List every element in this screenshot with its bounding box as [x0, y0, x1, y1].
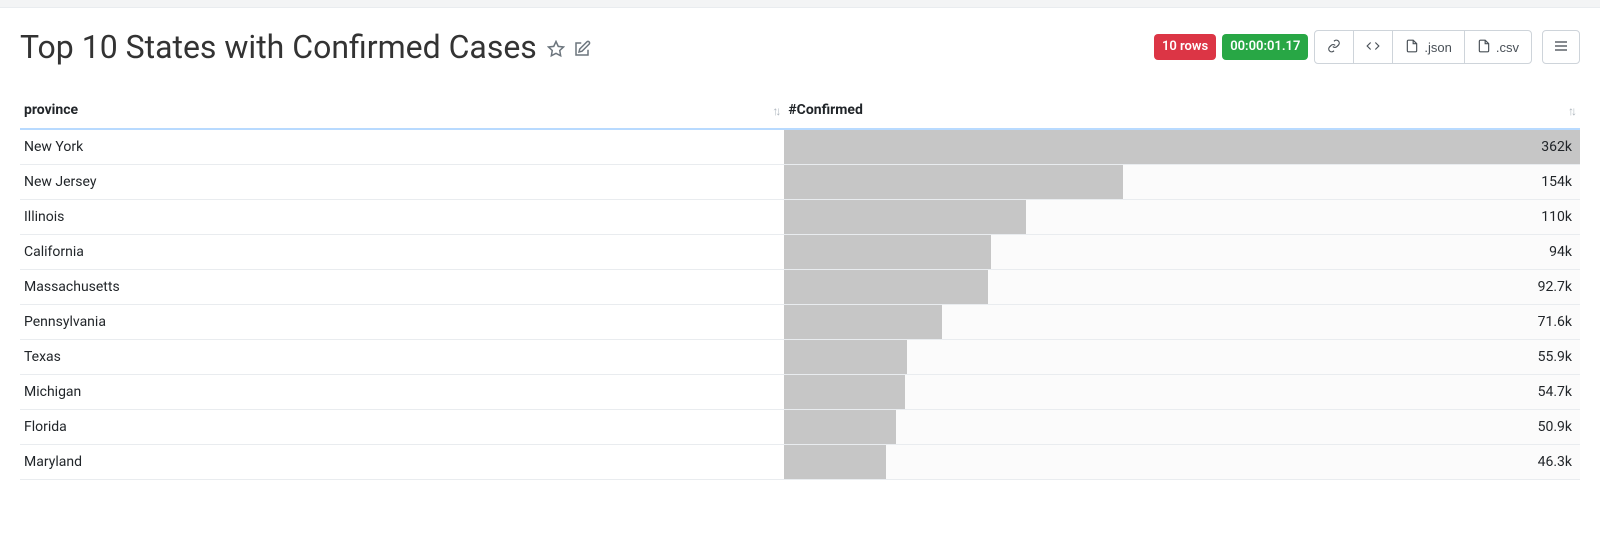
- table-row: Texas55.9k: [20, 340, 1580, 375]
- confirmed-value: 71.6k: [784, 305, 1580, 339]
- file-icon: [1477, 39, 1491, 56]
- col-header-confirmed[interactable]: #Confirmed ↑↓: [784, 94, 1580, 129]
- menu-button[interactable]: [1542, 30, 1580, 64]
- table-row: New Jersey154k: [20, 165, 1580, 200]
- table-row: Florida50.9k: [20, 410, 1580, 445]
- export-json-label: .json: [1424, 40, 1451, 55]
- confirmed-cell: 92.7k: [784, 270, 1580, 305]
- results-table: province ↑↓ #Confirmed ↑↓ New York362kNe…: [20, 94, 1580, 480]
- confirmed-value: 92.7k: [784, 270, 1580, 304]
- confirmed-value: 362k: [784, 130, 1580, 164]
- confirmed-value: 50.9k: [784, 410, 1580, 444]
- province-cell: Texas: [20, 340, 784, 375]
- table-row: California94k: [20, 235, 1580, 270]
- confirmed-cell: 94k: [784, 235, 1580, 270]
- confirmed-value: 55.9k: [784, 340, 1580, 374]
- province-cell: New York: [20, 129, 784, 165]
- confirmed-value: 110k: [784, 200, 1580, 234]
- window-top-strip: [0, 0, 1600, 8]
- province-cell: New Jersey: [20, 165, 784, 200]
- confirmed-cell: 110k: [784, 200, 1580, 235]
- confirmed-value: 94k: [784, 235, 1580, 269]
- embed-button[interactable]: [1353, 30, 1393, 64]
- sort-icon: ↑↓: [772, 104, 778, 118]
- export-csv-button[interactable]: .csv: [1464, 30, 1532, 64]
- header-row: Top 10 States with Confirmed Cases 10 ro…: [20, 28, 1580, 66]
- file-icon: [1405, 39, 1419, 56]
- confirmed-value: 54.7k: [784, 375, 1580, 409]
- hamburger-icon: [1553, 38, 1569, 57]
- confirmed-value: 154k: [784, 165, 1580, 199]
- rows-badge: 10 rows: [1154, 34, 1216, 60]
- province-cell: Maryland: [20, 445, 784, 480]
- link-button[interactable]: [1314, 30, 1354, 64]
- confirmed-cell: 71.6k: [784, 305, 1580, 340]
- province-cell: Massachusetts: [20, 270, 784, 305]
- link-icon: [1327, 39, 1341, 56]
- code-icon: [1366, 39, 1380, 56]
- page-title: Top 10 States with Confirmed Cases: [20, 28, 537, 66]
- confirmed-value: 46.3k: [784, 445, 1580, 479]
- province-cell: Illinois: [20, 200, 784, 235]
- export-csv-label: .csv: [1496, 40, 1519, 55]
- table-row: Maryland46.3k: [20, 445, 1580, 480]
- province-cell: Michigan: [20, 375, 784, 410]
- star-icon[interactable]: [547, 40, 565, 62]
- col-header-province[interactable]: province ↑↓: [20, 94, 784, 129]
- table-row: Pennsylvania71.6k: [20, 305, 1580, 340]
- confirmed-cell: 362k: [784, 129, 1580, 165]
- table-row: Michigan54.7k: [20, 375, 1580, 410]
- province-cell: California: [20, 235, 784, 270]
- export-json-button[interactable]: .json: [1392, 30, 1464, 64]
- col-header-province-label: province: [24, 102, 78, 118]
- table-row: New York362k: [20, 129, 1580, 165]
- export-button-group: .json .csv: [1314, 30, 1532, 64]
- sort-icon: ↑↓: [1568, 104, 1574, 118]
- confirmed-cell: 54.7k: [784, 375, 1580, 410]
- province-cell: Pennsylvania: [20, 305, 784, 340]
- toolbar: 10 rows 00:00:01.17 .json: [1154, 30, 1580, 64]
- col-header-confirmed-label: #Confirmed: [788, 102, 862, 118]
- confirmed-cell: 50.9k: [784, 410, 1580, 445]
- edit-icon[interactable]: [573, 40, 591, 62]
- table-row: Massachusetts92.7k: [20, 270, 1580, 305]
- table-row: Illinois110k: [20, 200, 1580, 235]
- confirmed-cell: 154k: [784, 165, 1580, 200]
- confirmed-cell: 46.3k: [784, 445, 1580, 480]
- province-cell: Florida: [20, 410, 784, 445]
- time-badge: 00:00:01.17: [1222, 34, 1308, 60]
- confirmed-cell: 55.9k: [784, 340, 1580, 375]
